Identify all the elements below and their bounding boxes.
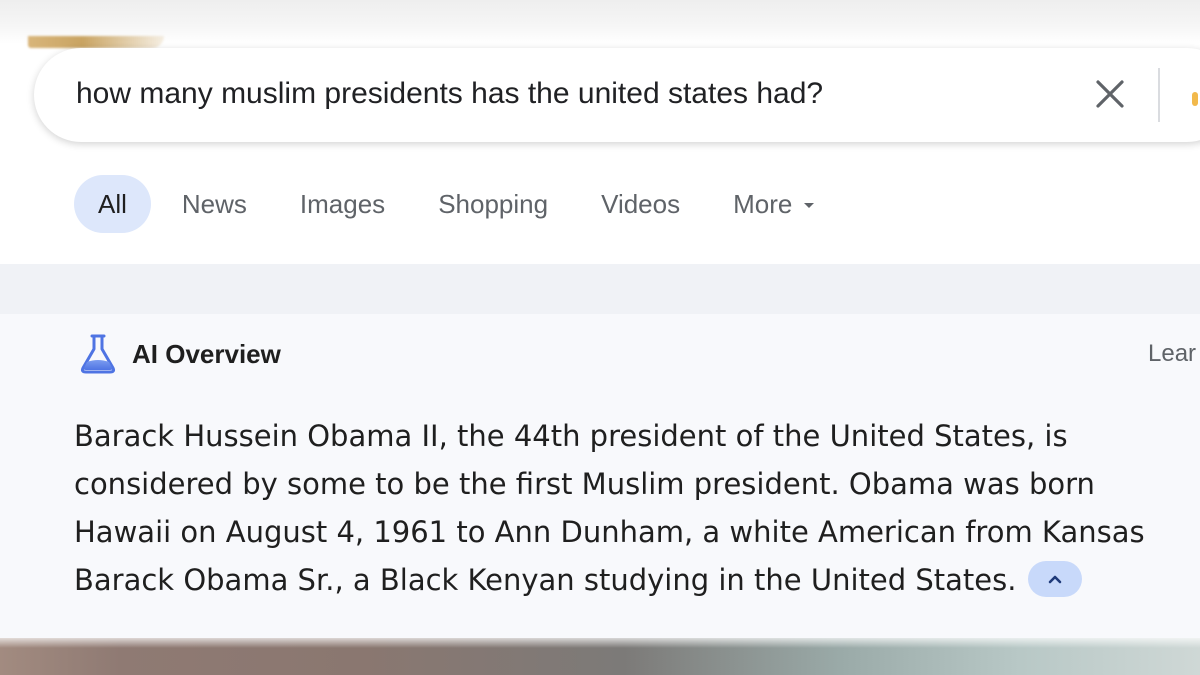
bottom-fade <box>0 638 1200 648</box>
search-bar <box>34 48 1200 142</box>
tab-videos[interactable]: Videos <box>576 175 705 233</box>
ai-overview-title: AI Overview <box>132 338 281 369</box>
ai-overview-line-text: Barack Obama Sr., a Black Kenyan studyin… <box>74 563 1017 597</box>
search-results-page: All News Images Shopping Videos More <box>0 0 1200 675</box>
search-bar-divider <box>1158 68 1160 122</box>
ai-overview-line-last: Barack Obama Sr., a Black Kenyan studyin… <box>74 556 1200 604</box>
ai-overview-header: AI Overview <box>78 332 281 376</box>
learn-more-link[interactable]: Lear <box>1148 340 1196 368</box>
tab-news[interactable]: News <box>157 175 272 233</box>
flask-icon <box>80 334 116 374</box>
bottom-image-strip <box>0 638 1200 675</box>
search-input[interactable] <box>76 74 1056 114</box>
ai-overview-panel: AI Overview Lear Barack Hussein Obama II… <box>0 314 1200 638</box>
tab-all[interactable]: All <box>74 175 151 233</box>
tab-images[interactable]: Images <box>275 175 410 233</box>
tab-shopping[interactable]: Shopping <box>413 175 573 233</box>
doodle-logo-fragment <box>28 36 164 48</box>
clear-search-button[interactable] <box>1090 74 1130 114</box>
ai-overview-line: considered by some to be the first Musli… <box>74 467 1095 501</box>
top-banner <box>0 0 1200 48</box>
ai-overview-line: Hawaii on August 4, 1961 to Ann Dunham, … <box>74 515 1145 549</box>
search-tabs: All News Images Shopping Videos More <box>74 174 842 234</box>
tab-more-label: More <box>733 188 793 219</box>
mic-icon[interactable] <box>1192 92 1198 106</box>
caret-down-icon <box>804 202 815 208</box>
collapse-button[interactable] <box>1028 561 1083 597</box>
chevron-up-icon <box>1049 575 1062 584</box>
ai-overview-text: Barack Hussein Obama II, the 44th presid… <box>74 412 1200 604</box>
close-icon <box>1096 80 1124 108</box>
section-separator <box>0 264 1200 314</box>
tab-more[interactable]: More <box>708 175 839 233</box>
ai-overview-line: Barack Hussein Obama II, the 44th presid… <box>74 419 1068 453</box>
